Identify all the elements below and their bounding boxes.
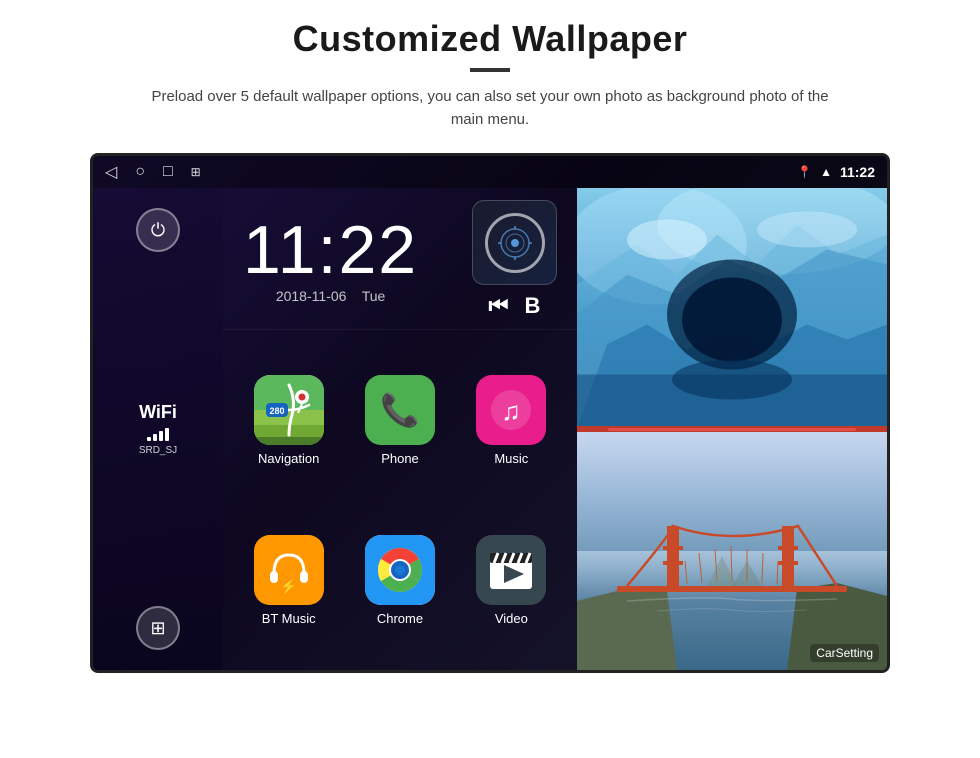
screenshot-icon: ⊞ xyxy=(191,165,201,179)
wifi-bar-1 xyxy=(147,437,151,441)
home-icon: ○ xyxy=(135,163,145,181)
music-icon-container: ♫ xyxy=(476,375,546,445)
prev-track-button[interactable]: ⏮ xyxy=(489,293,509,319)
media-app-icon[interactable] xyxy=(472,200,557,285)
video-icon-container xyxy=(476,535,546,605)
app-item-music[interactable]: ♫ Music xyxy=(456,340,567,500)
wallpaper-bridge[interactable]: CarSetting xyxy=(577,432,887,670)
chrome-app-svg xyxy=(365,535,435,605)
next-track-button[interactable]: B xyxy=(524,293,540,319)
status-bar: ◁ ○ □ ⊞ 📍 ▲ 11:22 xyxy=(93,156,887,188)
app-item-chrome[interactable]: Chrome xyxy=(344,500,455,660)
wifi-bar-4 xyxy=(165,428,169,441)
media-app-inner xyxy=(485,213,545,273)
wifi-bars xyxy=(147,427,169,441)
status-time: 11:22 xyxy=(840,164,875,180)
app-item-video[interactable]: Video xyxy=(456,500,567,660)
clock-area: 11:22 2018-11-06 Tue xyxy=(223,188,577,330)
video-app-svg xyxy=(476,535,546,605)
phone-app-svg: 📞 xyxy=(365,375,435,445)
navigation-label: Navigation xyxy=(258,451,319,466)
wallpaper-ice[interactable] xyxy=(577,188,887,426)
page-title: Customized Wallpaper xyxy=(293,18,688,60)
music-label: Music xyxy=(494,451,528,466)
wifi-bar-2 xyxy=(153,434,157,441)
app-item-bt-music[interactable]: ⚡ BT Music xyxy=(233,500,344,660)
svg-text:📞: 📞 xyxy=(380,390,420,428)
navigation-app-svg: 280 xyxy=(254,375,324,445)
wifi-status-icon: ▲ xyxy=(820,165,832,179)
title-divider xyxy=(470,68,510,72)
apps-grid-icon: ⊞ xyxy=(150,618,165,639)
power-button[interactable]: ⏻ xyxy=(136,208,180,252)
clock-date: 2018-11-06 Tue xyxy=(243,288,418,304)
svg-text:⚡: ⚡ xyxy=(280,578,297,595)
day-value: Tue xyxy=(362,288,386,304)
chrome-icon-container xyxy=(365,535,435,605)
status-bar-right: 📍 ▲ 11:22 xyxy=(797,164,875,180)
app-item-phone[interactable]: 📞 Phone xyxy=(344,340,455,500)
svg-text:280: 280 xyxy=(269,406,284,416)
ice-cave-svg xyxy=(577,188,887,426)
page-subtitle: Preload over 5 default wallpaper options… xyxy=(150,86,830,131)
page-wrapper: Customized Wallpaper Preload over 5 defa… xyxy=(0,0,980,758)
wallpaper-previews: CarSetting xyxy=(577,188,887,670)
wifi-network: SRD_SJ xyxy=(139,445,177,456)
back-icon: ◁ xyxy=(105,162,117,182)
bt-music-label: BT Music xyxy=(262,611,316,626)
media-controls: ⏮ B xyxy=(472,200,557,319)
power-icon: ⏻ xyxy=(151,220,165,241)
media-buttons: ⏮ B xyxy=(489,293,541,319)
navigation-icon: 280 xyxy=(254,375,324,445)
music-app-svg: ♫ xyxy=(476,375,546,445)
apps-button[interactable]: ⊞ xyxy=(136,606,180,650)
status-bar-nav: ◁ ○ □ ⊞ xyxy=(105,162,201,182)
app-grid: 280 Navigation 📞 Phone xyxy=(223,330,577,670)
wifi-bar-3 xyxy=(159,431,163,441)
phone-label: Phone xyxy=(381,451,419,466)
app-item-navigation[interactable]: 280 Navigation xyxy=(233,340,344,500)
main-content: ⏻ WiFi SRD_SJ ⊞ xyxy=(93,188,887,670)
chrome-label: Chrome xyxy=(377,611,423,626)
clock-info: 11:22 2018-11-06 Tue xyxy=(243,216,418,304)
wifi-info: WiFi SRD_SJ xyxy=(139,402,177,456)
android-screen: ◁ ○ □ ⊞ 📍 ▲ 11:22 ⏻ WiFi xyxy=(90,153,890,673)
signal-art-icon xyxy=(497,225,533,261)
svg-text:♫: ♫ xyxy=(502,396,522,426)
date-value: 2018-11-06 xyxy=(276,288,347,304)
recents-icon: □ xyxy=(163,163,173,181)
clock-time: 11:22 xyxy=(243,216,418,284)
left-sidebar: ⏻ WiFi SRD_SJ ⊞ xyxy=(93,188,223,670)
center-area: 11:22 2018-11-06 Tue xyxy=(223,188,577,670)
video-label: Video xyxy=(495,611,528,626)
bridge-svg xyxy=(577,432,887,670)
phone-icon: 📞 xyxy=(365,375,435,445)
wifi-label: WiFi xyxy=(139,402,177,423)
car-setting-label: CarSetting xyxy=(810,644,879,662)
bt-music-app-svg: ⚡ xyxy=(254,535,324,605)
bt-music-icon-container: ⚡ xyxy=(254,535,324,605)
location-icon: 📍 xyxy=(797,165,812,179)
